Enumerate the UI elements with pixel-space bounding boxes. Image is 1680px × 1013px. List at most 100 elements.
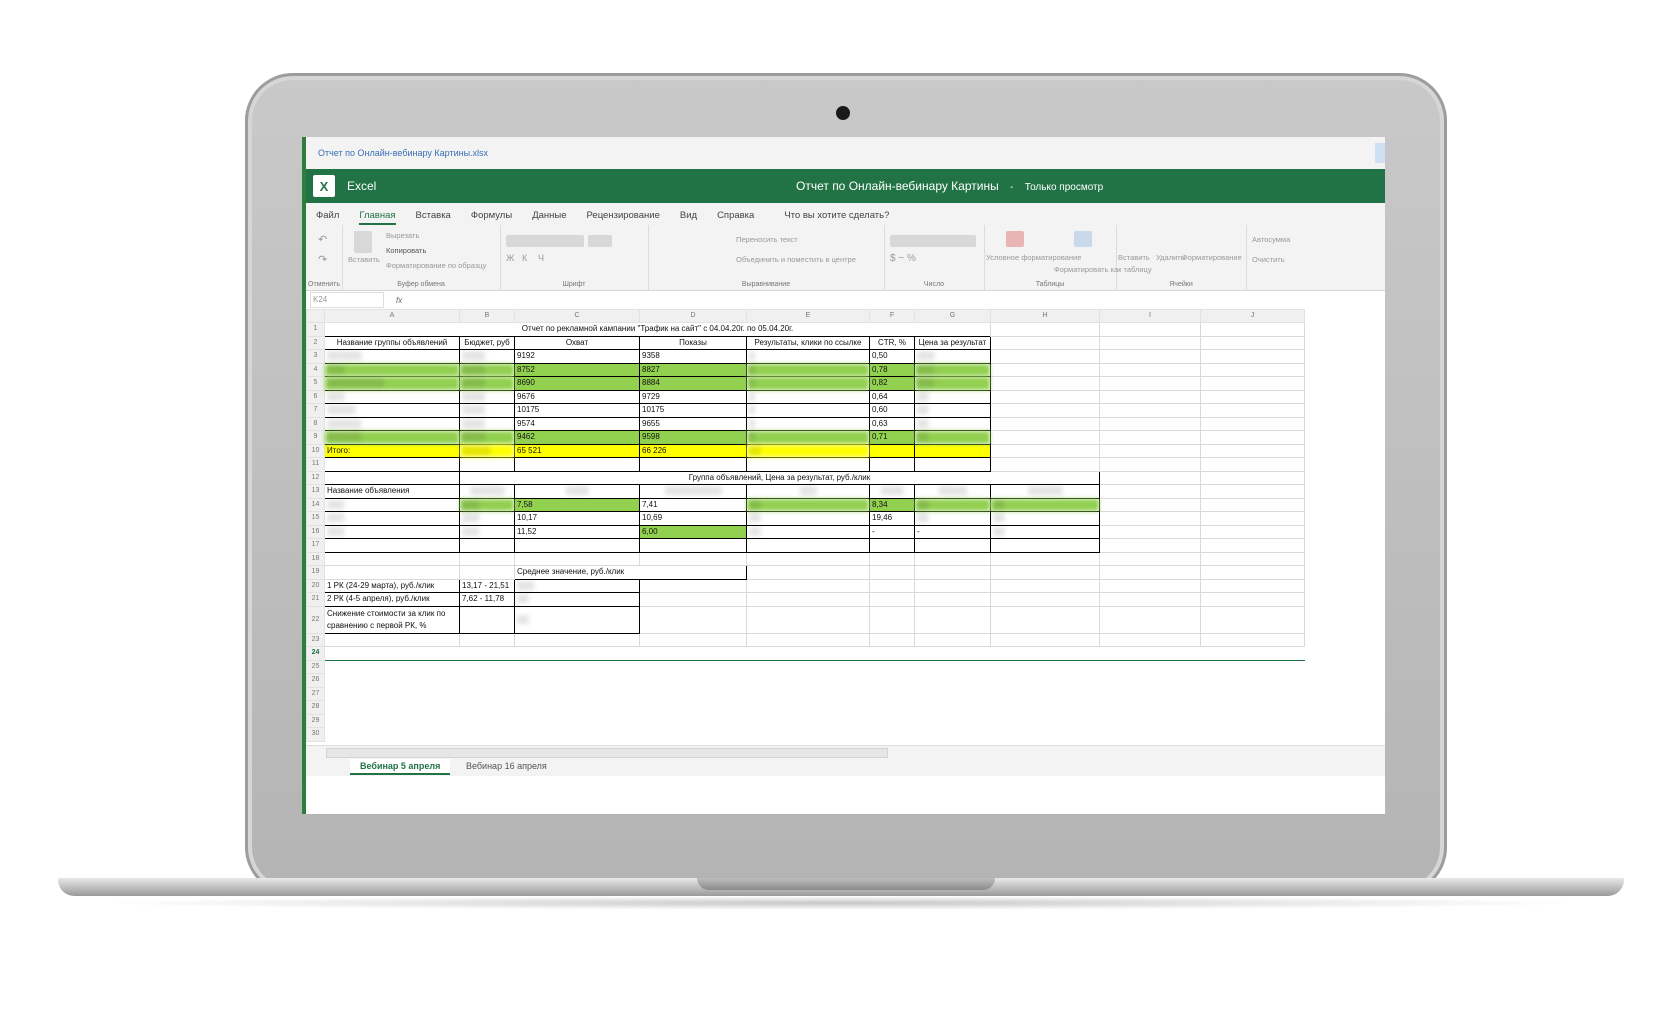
cell[interactable] xyxy=(869,551,915,566)
rk2-range[interactable]: 7,62 - 11,78 xyxy=(459,592,515,607)
cell[interactable] xyxy=(1099,349,1201,364)
cell[interactable] xyxy=(1200,632,1305,647)
cell[interactable] xyxy=(1099,538,1201,553)
rk1-range[interactable]: 13,17 - 21,51 xyxy=(459,578,515,593)
cell[interactable] xyxy=(914,457,991,472)
selected-row[interactable] xyxy=(324,646,1305,661)
tab-view[interactable]: Вид xyxy=(680,210,697,225)
blurred-cell[interactable]: ░ xyxy=(746,376,870,391)
font-name-select[interactable] xyxy=(506,235,584,247)
blurred-cell[interactable]: ░░░░ xyxy=(459,430,515,445)
corner-cell[interactable] xyxy=(306,309,325,323)
delete-cells-button[interactable]: Удалить xyxy=(1156,253,1185,262)
blurred-cell[interactable]: ░░░ xyxy=(914,376,991,391)
cell[interactable] xyxy=(324,457,460,472)
cell[interactable] xyxy=(639,578,747,593)
cell[interactable] xyxy=(1099,484,1201,499)
avg-label[interactable]: Среднее значение, руб./клик xyxy=(514,565,747,580)
ad-cell[interactable]: 11,52 xyxy=(514,524,640,539)
cell[interactable] xyxy=(639,592,747,607)
cell[interactable] xyxy=(639,551,747,566)
blurred-cell[interactable]: ░░░░░ xyxy=(324,403,460,418)
blurred-cell[interactable]: ░░░░ xyxy=(459,349,515,364)
ad-name-header[interactable]: Название объявления xyxy=(324,484,460,499)
cell[interactable] xyxy=(1099,389,1201,404)
shows-cell[interactable]: 8884 xyxy=(639,376,747,391)
report-title[interactable]: Отчет по рекламной кампании "Трафик на с… xyxy=(325,323,991,337)
cell[interactable] xyxy=(1200,389,1305,404)
name-box[interactable]: K24 xyxy=(310,292,384,308)
cell[interactable] xyxy=(1200,470,1305,485)
ad-cell[interactable]: 19,46 xyxy=(869,511,915,526)
row-header[interactable]: 22 xyxy=(306,605,325,634)
blurred-cell[interactable]: ░░░ xyxy=(914,362,991,377)
total-shows[interactable]: 66 226 xyxy=(639,443,747,458)
blurred-cell[interactable]: ░░ xyxy=(990,497,1100,512)
horizontal-scrollbar[interactable] xyxy=(326,748,888,758)
shows-cell[interactable]: 9358 xyxy=(639,349,747,364)
cell[interactable] xyxy=(1200,538,1305,553)
cell[interactable] xyxy=(1099,362,1201,377)
cell[interactable] xyxy=(459,538,515,553)
cell[interactable] xyxy=(1099,565,1201,580)
cell[interactable] xyxy=(324,551,460,566)
blurred-cell[interactable]: ░░░ xyxy=(324,389,460,404)
cell[interactable] xyxy=(1200,416,1305,431)
blurred-cell[interactable]: ░░░ xyxy=(324,524,460,539)
blurred-cell[interactable]: ░░ xyxy=(514,592,640,607)
cell[interactable] xyxy=(639,538,747,553)
cell[interactable] xyxy=(325,660,1305,674)
column-header[interactable]: B xyxy=(459,309,515,323)
cell[interactable] xyxy=(869,632,915,647)
cell[interactable] xyxy=(914,538,991,553)
shows-cell[interactable]: 8827 xyxy=(639,362,747,377)
cell[interactable] xyxy=(746,551,870,566)
row-header[interactable]: 21 xyxy=(306,592,325,607)
app-name[interactable]: Excel xyxy=(347,179,376,193)
cell[interactable] xyxy=(514,632,640,647)
cell[interactable] xyxy=(869,443,915,458)
row-header[interactable]: 25 xyxy=(306,659,325,674)
cell[interactable] xyxy=(1200,484,1305,499)
ad-cell[interactable]: 7,41 xyxy=(639,497,747,512)
tab-data[interactable]: Данные xyxy=(532,210,566,225)
cell[interactable] xyxy=(324,538,460,553)
ctr-cell[interactable]: 0,78 xyxy=(869,362,915,377)
blurred-cell[interactable]: ░░ xyxy=(914,430,991,445)
cell[interactable] xyxy=(869,457,915,472)
shows-cell[interactable]: 9598 xyxy=(639,430,747,445)
cell[interactable] xyxy=(914,632,991,647)
cell[interactable] xyxy=(1200,592,1305,607)
row-header[interactable]: 18 xyxy=(306,551,325,566)
blurred-cell[interactable]: ░░░ xyxy=(459,497,515,512)
blurred-cell[interactable]: ░░░░ xyxy=(869,484,915,499)
cell[interactable] xyxy=(514,551,640,566)
blurred-cell[interactable]: ░░░░░░░░░░ xyxy=(639,484,747,499)
cell[interactable] xyxy=(914,605,991,634)
format-table-icon[interactable] xyxy=(1074,231,1092,247)
blurred-cell[interactable]: ░ xyxy=(746,416,870,431)
cell[interactable] xyxy=(1099,322,1201,337)
cell[interactable] xyxy=(514,538,640,553)
blurred-cell[interactable]: ░░░░ xyxy=(459,376,515,391)
reduction-label[interactable]: Снижение стоимости за клик по сравнению с… xyxy=(324,605,460,634)
shows-cell[interactable]: 9729 xyxy=(639,389,747,404)
cell[interactable] xyxy=(1200,362,1305,377)
cell[interactable] xyxy=(1200,551,1305,566)
blurred-cell[interactable]: ░░ xyxy=(914,416,991,431)
font-size-select[interactable] xyxy=(588,235,612,247)
sheet-tab-active[interactable]: Вебинар 5 апреля xyxy=(350,759,451,775)
currency-icon[interactable]: $ ~ % xyxy=(890,253,916,264)
group-title[interactable]: Группа объявлений, Цена за результат, ру… xyxy=(459,470,1100,485)
cell[interactable] xyxy=(459,565,515,580)
cell[interactable] xyxy=(325,714,1305,728)
conditional-format-button[interactable]: Условное форматирование xyxy=(986,253,1081,262)
column-header[interactable]: A xyxy=(324,309,460,323)
reach-cell[interactable]: 9192 xyxy=(514,349,640,364)
underline-icon[interactable]: Ч xyxy=(538,253,544,263)
tab-formulas[interactable]: Формулы xyxy=(471,210,512,225)
cell[interactable] xyxy=(325,674,1305,688)
cell[interactable] xyxy=(746,632,870,647)
cell[interactable] xyxy=(990,565,1100,580)
row-header[interactable]: 15 xyxy=(306,511,325,526)
